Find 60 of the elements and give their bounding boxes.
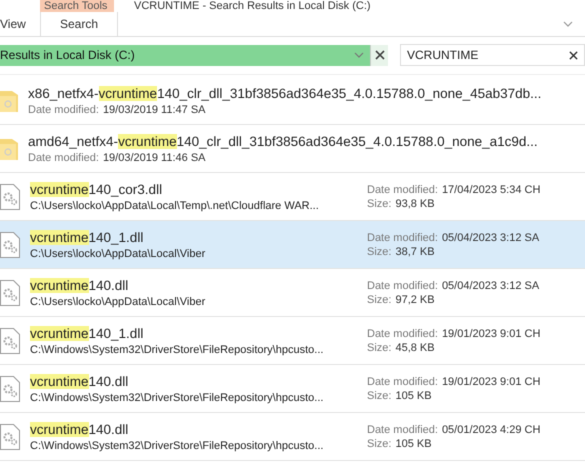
date-label: Date modified: xyxy=(28,152,99,164)
date-value: 19/01/2023 9:01 CH xyxy=(442,328,540,340)
close-icon[interactable] xyxy=(569,50,578,60)
size-label: Size: xyxy=(367,390,392,402)
date-value: 19/03/2019 11:47 SA xyxy=(102,104,206,116)
file-path: C:\Users\locko\AppData\Local\Viber xyxy=(30,248,206,260)
file-name: vcruntime140_cor3.dll xyxy=(30,182,164,196)
size-value: 45,8 KB xyxy=(395,342,435,354)
file-name: amd64_netfx4-vcruntime140_clr_dll_31bf3856ad364e35_4.0.15788.0_none_a1c9d... xyxy=(28,134,539,148)
result-row[interactable]: vcruntime140.dll C:\Users\locko\AppData\Local\Viber Date modified: 05/04/2023 3:12 SA Size: 97,2 KB xyxy=(0,269,585,317)
search-tools-label: Search Tools xyxy=(40,0,114,12)
result-row[interactable]: amd64_netfx4-vcruntime140_clr_dll_31bf3856ad364e35_4.0.15788.0_none_a1c9d... Date modified: 19/03/2019 11:46 SA xyxy=(0,125,585,173)
date-value: 19/01/2023 9:01 CH xyxy=(442,376,540,388)
date-label: Date modified: xyxy=(28,104,99,116)
date-label: Date modified: xyxy=(367,424,438,436)
address-text: Results in Local Disk (C:) xyxy=(0,48,136,62)
date-label: Date modified: xyxy=(367,328,438,340)
result-row[interactable]: vcruntime140_1.dll C:\Users\locko\AppData\Local\Viber Date modified: 05/04/2023 3:12 SA Size: 38,7 KB xyxy=(0,221,585,269)
size-label: Size: xyxy=(367,246,392,258)
date-label: Date modified: xyxy=(367,184,438,196)
search-field[interactable]: VCRUNTIME xyxy=(400,44,585,66)
file-path: C:\Windows\System32\DriverStore\FileRepository\hpcusto... xyxy=(30,440,324,452)
file-path: C:\Windows\System32\DriverStore\FileRepository\hpcusto... xyxy=(30,392,324,404)
file-name: vcruntime140_1.dll xyxy=(30,230,144,244)
result-row[interactable]: vcruntime140.dll C:\Windows\System32\DriverStore\FileRepository\hpcusto... Date modified: 19/01/2023 9:01 CH Size: 105 KB xyxy=(0,365,585,413)
size-value: 97,2 KB xyxy=(395,294,435,306)
dropdown-icon[interactable] xyxy=(354,52,364,58)
result-row[interactable]: x86_netfx4-vcruntime140_clr_dll_31bf3856ad364e35_4.0.15788.0_none_45ab37db... Date modified: 19/03/2019 11:47 SA xyxy=(0,77,585,125)
date-label: Date modified: xyxy=(367,376,438,388)
size-value: 105 KB xyxy=(395,438,432,450)
date-value: 05/04/2023 3:12 SA xyxy=(442,232,540,244)
settings-file-icon xyxy=(0,232,20,258)
date-value: 05/04/2023 3:12 SA xyxy=(442,280,540,292)
size-label: Size: xyxy=(367,342,392,354)
date-value: 19/03/2019 11:46 SA xyxy=(102,152,206,164)
file-path: C:\Windows\System32\DriverStore\FileRepository\hpcusto... xyxy=(30,344,324,356)
date-label: Date modified: xyxy=(367,280,438,292)
date-label: Date modified: xyxy=(367,232,438,244)
size-label: Size: xyxy=(367,198,392,210)
expand-ribbon-icon[interactable] xyxy=(563,21,573,27)
ribbon-tab[interactable]: View xyxy=(0,12,40,36)
date-value: 17/04/2023 5:34 CH xyxy=(442,184,540,196)
file-name: vcruntime140.dll xyxy=(30,374,130,388)
file-path: C:\Users\locko\AppData\Local\Temp\.net\Cloudflare WAR... xyxy=(30,200,320,212)
window-title: VCRUNTIME - Search Results in Local Disk (C:) xyxy=(134,0,371,12)
result-row[interactable]: vcruntime140_1.dll C:\Windows\System32\DriverStore\FileRepository\hpcusto... Date modified: 19/01/2023 9:01 CH Size: 45,8 KB xyxy=(0,317,585,365)
size-label: Size: xyxy=(367,438,392,450)
date-value: 05/01/2023 4:29 CH xyxy=(442,424,540,436)
file-name: vcruntime140.dll xyxy=(30,278,130,292)
size-value: 105 KB xyxy=(395,390,432,402)
file-name: x86_netfx4-vcruntime140_clr_dll_31bf3856ad364e35_4.0.15788.0_none_45ab37db... xyxy=(28,86,542,100)
size-label: Size: xyxy=(367,294,392,306)
file-name: vcruntime140_1.dll xyxy=(30,326,144,340)
file-path: C:\Users\locko\AppData\Local\Viber xyxy=(30,296,206,308)
size-value: 93,8 KB xyxy=(395,198,435,210)
result-row[interactable]: vcruntime140.dll C:\Windows\System32\DriverStore\FileRepository\hpcusto... Date modified: 05/01/2023 4:29 CH Size: 105 KB xyxy=(0,413,585,461)
address-bar[interactable]: Results in Local Disk (C:) xyxy=(0,44,388,66)
file-name: vcruntime140.dll xyxy=(30,422,130,436)
ribbon-tab[interactable]: Search xyxy=(40,12,118,36)
size-value: 38,7 KB xyxy=(395,246,435,258)
